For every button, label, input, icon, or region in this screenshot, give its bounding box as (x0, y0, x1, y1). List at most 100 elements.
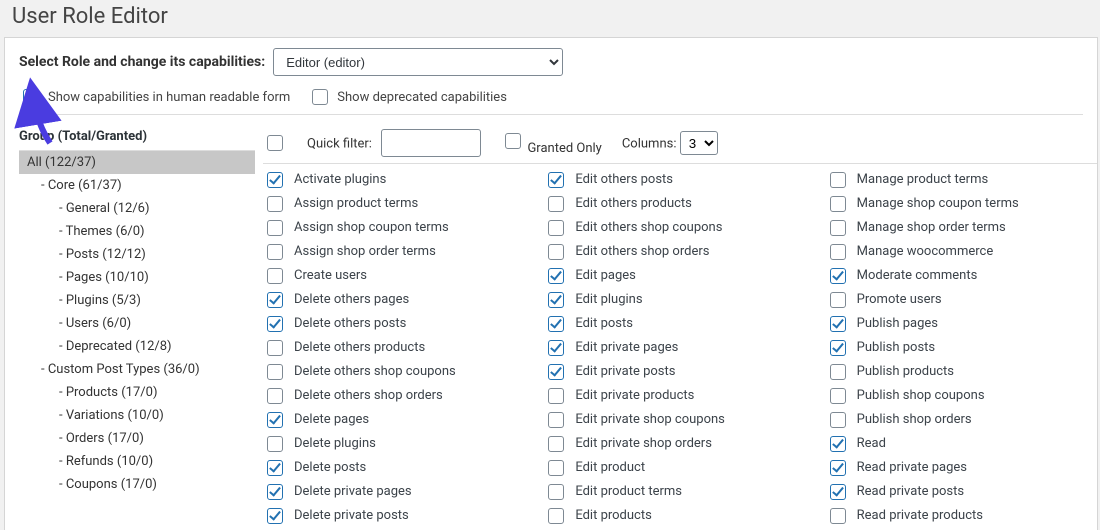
capability-checkbox[interactable] (548, 340, 564, 356)
capability-checkbox[interactable] (267, 412, 283, 428)
capability-checkbox[interactable] (548, 172, 564, 188)
capability-label[interactable]: Read (857, 435, 886, 453)
capability-checkbox[interactable] (267, 388, 283, 404)
capability-label[interactable]: Read private pages (857, 459, 967, 477)
capability-checkbox[interactable] (548, 196, 564, 212)
granted-only-checkbox[interactable] (505, 133, 521, 149)
capability-label[interactable]: Delete pages (294, 411, 369, 429)
capability-checkbox[interactable] (548, 436, 564, 452)
capability-label[interactable]: Delete private pages (294, 483, 412, 501)
role-select[interactable]: Editor (editor) (273, 48, 563, 76)
capability-label[interactable]: Edit plugins (575, 291, 642, 309)
human-readable-checkbox[interactable] (23, 89, 39, 105)
sidebar-item[interactable]: Users (6/0) (51, 312, 255, 335)
capability-checkbox[interactable] (548, 316, 564, 332)
capability-checkbox[interactable] (830, 196, 846, 212)
capability-checkbox[interactable] (548, 484, 564, 500)
capability-label[interactable]: Activate plugins (294, 171, 386, 189)
capability-label[interactable]: Delete private posts (294, 507, 409, 525)
capability-label[interactable]: Edit private pages (575, 339, 678, 357)
capability-label[interactable]: Moderate comments (857, 267, 978, 285)
capability-label[interactable]: Edit private posts (575, 363, 675, 381)
capability-label[interactable]: Manage product terms (857, 171, 989, 189)
deprecated-label[interactable]: Show deprecated capabilities (337, 90, 507, 105)
capability-label[interactable]: Delete others products (294, 339, 425, 357)
capability-label[interactable]: Edit others posts (575, 171, 673, 189)
capability-label[interactable]: Manage shop order terms (857, 219, 1006, 237)
capability-label[interactable]: Edit others shop coupons (575, 219, 722, 237)
capability-checkbox[interactable] (830, 316, 846, 332)
sidebar-item[interactable]: Orders (17/0) (51, 427, 255, 450)
capability-label[interactable]: Edit products (575, 507, 652, 525)
capability-label[interactable]: Delete others pages (294, 291, 409, 309)
capability-checkbox[interactable] (548, 508, 564, 524)
capability-label[interactable]: Manage shop coupon terms (857, 195, 1019, 213)
capability-label[interactable]: Edit others products (575, 195, 692, 213)
capability-checkbox[interactable] (267, 316, 283, 332)
capability-checkbox[interactable] (267, 340, 283, 356)
capability-checkbox[interactable] (548, 412, 564, 428)
capability-label[interactable]: Delete plugins (294, 435, 376, 453)
capability-checkbox[interactable] (830, 268, 846, 284)
capability-label[interactable]: Edit posts (575, 315, 633, 333)
capability-label[interactable]: Publish posts (857, 339, 935, 357)
quick-filter-input[interactable] (381, 129, 481, 157)
capability-checkbox[interactable] (267, 364, 283, 380)
capability-checkbox[interactable] (830, 412, 846, 428)
sidebar-item[interactable]: Deprecated (12/8) (51, 335, 255, 358)
capability-label[interactable]: Edit others shop orders (575, 243, 709, 261)
capability-checkbox[interactable] (830, 244, 846, 260)
sidebar-item[interactable]: Variations (10/0) (51, 404, 255, 427)
capability-checkbox[interactable] (267, 460, 283, 476)
capability-checkbox[interactable] (267, 436, 283, 452)
sidebar-item[interactable]: Plugins (5/3) (51, 289, 255, 312)
sidebar-item[interactable]: Products (17/0) (51, 381, 255, 404)
capability-checkbox[interactable] (267, 268, 283, 284)
capability-checkbox[interactable] (267, 244, 283, 260)
capability-label[interactable]: Manage woocommerce (857, 243, 994, 261)
capability-label[interactable]: Publish products (857, 363, 954, 381)
capability-label[interactable]: Publish pages (857, 315, 938, 333)
capability-checkbox[interactable] (267, 508, 283, 524)
human-readable-label[interactable]: Show capabilities in human readable form (48, 90, 290, 105)
capability-label[interactable]: Delete others shop coupons (294, 363, 456, 381)
capability-label[interactable]: Assign product terms (294, 195, 418, 213)
capability-checkbox[interactable] (830, 508, 846, 524)
capability-label[interactable]: Edit private products (575, 387, 694, 405)
capability-label[interactable]: Edit product (575, 459, 645, 477)
columns-select[interactable]: 3 (680, 131, 718, 155)
capability-label[interactable]: Delete others posts (294, 315, 406, 333)
granted-only-label[interactable]: Granted Only (527, 141, 601, 156)
capability-checkbox[interactable] (830, 484, 846, 500)
capability-label[interactable]: Edit private shop coupons (575, 411, 725, 429)
sidebar-item[interactable]: Custom Post Types (36/0) (33, 358, 255, 381)
capability-label[interactable]: Publish shop orders (857, 411, 972, 429)
capability-checkbox[interactable] (267, 196, 283, 212)
capability-checkbox[interactable] (548, 388, 564, 404)
sidebar-item[interactable]: Pages (10/10) (51, 266, 255, 289)
sidebar-item[interactable]: General (12/6) (51, 197, 255, 220)
capability-checkbox[interactable] (830, 436, 846, 452)
sidebar-item[interactable]: Core (61/37) (33, 174, 255, 197)
capability-label[interactable]: Assign shop order terms (294, 243, 436, 261)
sidebar-item[interactable]: Coupons (17/0) (51, 473, 255, 496)
capability-checkbox[interactable] (830, 364, 846, 380)
sidebar-item[interactable]: Refunds (10/0) (51, 450, 255, 473)
capability-label[interactable]: Read private posts (857, 483, 964, 501)
sidebar-item[interactable]: Themes (6/0) (51, 220, 255, 243)
capability-checkbox[interactable] (548, 220, 564, 236)
capability-label[interactable]: Assign shop coupon terms (294, 219, 449, 237)
capability-label[interactable]: Edit private shop orders (575, 435, 712, 453)
capability-checkbox[interactable] (548, 460, 564, 476)
capability-checkbox[interactable] (548, 244, 564, 260)
capability-checkbox[interactable] (548, 364, 564, 380)
capability-label[interactable]: Create users (294, 267, 367, 285)
capability-checkbox[interactable] (830, 220, 846, 236)
capability-checkbox[interactable] (830, 460, 846, 476)
capability-checkbox[interactable] (267, 484, 283, 500)
capability-checkbox[interactable] (830, 292, 846, 308)
deprecated-checkbox[interactable] (312, 89, 328, 105)
capability-checkbox[interactable] (548, 292, 564, 308)
capability-checkbox[interactable] (830, 388, 846, 404)
capability-checkbox[interactable] (548, 268, 564, 284)
